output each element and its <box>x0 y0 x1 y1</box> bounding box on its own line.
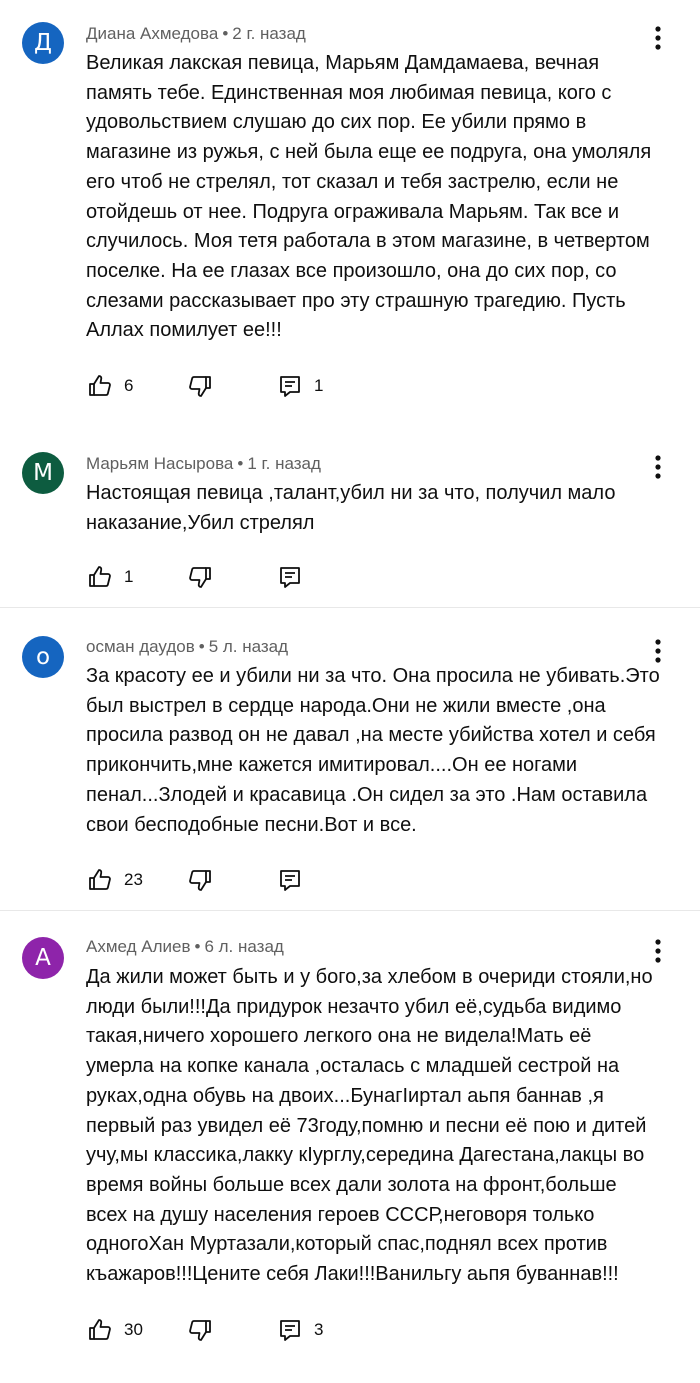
reply-button[interactable] <box>278 865 302 895</box>
comment-time[interactable]: 2 г. назад <box>232 24 306 43</box>
like-button[interactable]: 1 <box>88 562 133 592</box>
like-button[interactable]: 6 <box>88 371 133 401</box>
comment-actions: 6 1 <box>86 371 646 401</box>
comment-reply-icon <box>280 1320 300 1341</box>
comment-text: Настоящая певица ,талант,убил ни за что,… <box>86 482 616 534</box>
divider <box>0 607 700 608</box>
comment-time[interactable]: 1 г. назад <box>247 454 321 473</box>
author-name[interactable]: Ахмед Алиев <box>86 937 191 956</box>
avatar[interactable]: Д <box>22 22 64 64</box>
comment-time[interactable]: 5 л. назад <box>209 637 288 656</box>
author-name[interactable]: Марьям Насырова <box>86 454 233 473</box>
comment-text: За красоту ее и убили ни за что. Она про… <box>86 665 660 836</box>
like-count: 30 <box>124 1320 143 1339</box>
comment-text: Да жили может быть и у бого,за хлебом в … <box>86 966 653 1286</box>
reply-button[interactable]: 3 <box>278 1315 323 1345</box>
dislike-button[interactable] <box>188 562 212 592</box>
more-vertical-icon <box>655 939 661 963</box>
dislike-button[interactable] <box>188 865 212 895</box>
thumbs-down-icon <box>189 870 211 891</box>
author-name[interactable]: Диана Ахмедова <box>86 24 218 43</box>
thumbs-down-icon <box>189 376 211 397</box>
reply-button[interactable]: 1 <box>278 371 323 401</box>
divider <box>0 910 700 911</box>
comment-actions: 30 3 <box>86 1315 646 1345</box>
thumbs-up-icon <box>89 869 111 890</box>
more-vertical-icon <box>655 639 661 663</box>
comment-reply-icon <box>280 567 300 588</box>
dislike-button[interactable] <box>188 1315 212 1345</box>
comment-reply-icon <box>280 376 300 397</box>
comment-reply-icon <box>280 870 300 891</box>
thumbs-down-icon <box>189 1320 211 1341</box>
comment-actions: 23 <box>86 865 646 895</box>
reply-count: 1 <box>314 376 324 395</box>
like-count: 1 <box>124 567 134 586</box>
reply-count: 3 <box>314 1320 324 1339</box>
avatar[interactable]: М <box>22 452 64 494</box>
avatar[interactable]: о <box>22 636 64 678</box>
like-button[interactable]: 30 <box>88 1315 143 1345</box>
like-count: 23 <box>124 870 143 889</box>
thumbs-up-icon <box>89 1319 111 1340</box>
comment-time[interactable]: 6 л. назад <box>204 937 283 956</box>
avatar[interactable]: А <box>22 937 64 979</box>
comment-actions: 1 <box>86 562 646 592</box>
like-button[interactable]: 23 <box>88 865 143 895</box>
comment-meta: Ахмед Алиев • 6 л. назад <box>86 937 284 956</box>
like-count: 6 <box>124 376 134 395</box>
comment-meta: Марьям Насырова • 1 г. назад <box>86 454 321 473</box>
reply-button[interactable] <box>278 562 302 592</box>
comment-text: Великая лакская певица, Марьям Дамдамаев… <box>86 52 652 342</box>
dislike-button[interactable] <box>188 371 212 401</box>
thumbs-down-icon <box>189 567 211 588</box>
thumbs-up-icon <box>89 375 111 396</box>
comment-meta: Диана Ахмедова • 2 г. назад <box>86 24 306 43</box>
more-vertical-icon <box>655 455 661 479</box>
more-vertical-icon <box>655 26 661 50</box>
thumbs-up-icon <box>89 566 111 587</box>
comment-meta: осман даудов • 5 л. назад <box>86 637 289 656</box>
author-name[interactable]: осман даудов <box>86 637 195 656</box>
